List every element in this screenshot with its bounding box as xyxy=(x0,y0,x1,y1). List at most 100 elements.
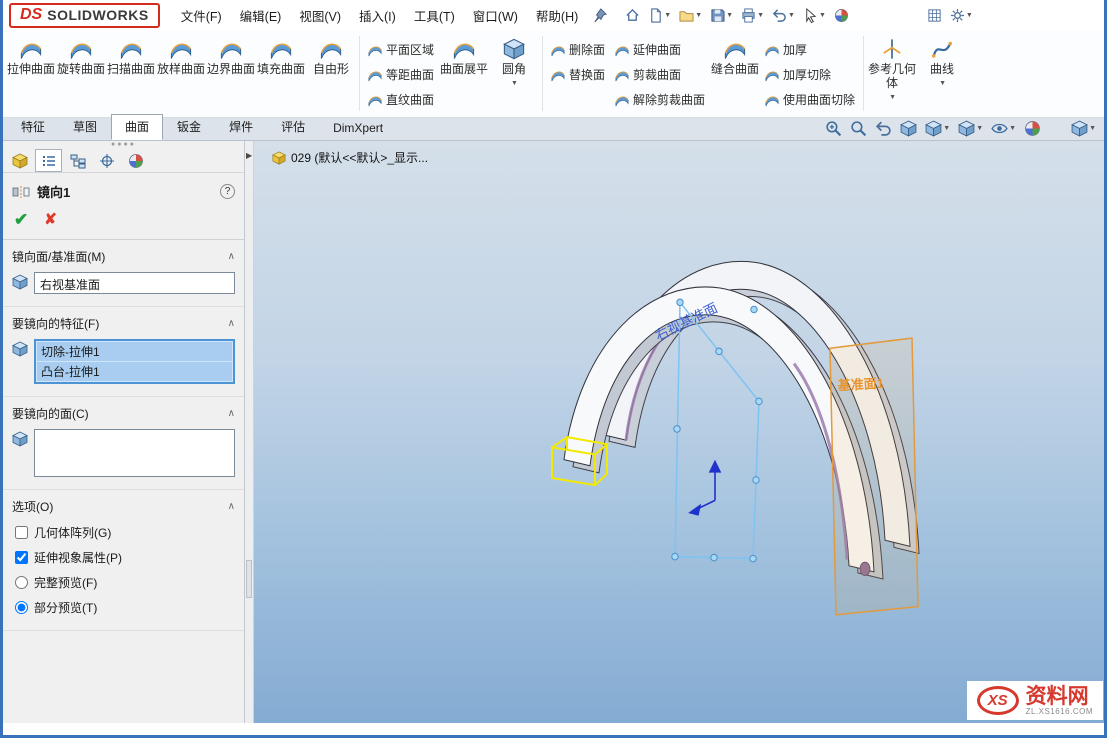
delete-face-button[interactable]: 删除面 xyxy=(551,41,605,58)
faces-section-header[interactable]: 要镜向的面(C) xyxy=(12,405,89,422)
display-style-button[interactable]: ▼ xyxy=(958,120,983,137)
plane-selection-icon xyxy=(12,274,28,290)
full-preview-radio[interactable] xyxy=(15,576,28,589)
featuremanager-tab[interactable] xyxy=(6,149,33,172)
propagate-visual-properties-checkbox[interactable] xyxy=(15,551,28,564)
watermark-url: ZL.XS1616.COM xyxy=(1026,708,1093,716)
thicken-button[interactable]: 加厚 xyxy=(765,41,855,58)
cut-with-surface-button[interactable]: 使用曲面切除 xyxy=(765,91,855,108)
extruded-surface-button[interactable]: 拉伸曲面 xyxy=(6,32,56,115)
lofted-surface-label: 放样曲面 xyxy=(157,63,205,77)
curves-button[interactable]: 曲线▼ xyxy=(917,32,967,115)
home-button[interactable] xyxy=(621,6,644,25)
tab-surfaces[interactable]: 曲面 xyxy=(111,114,163,140)
planar-surface-button[interactable]: 平面区域 xyxy=(368,41,434,58)
displaymanager-tab[interactable] xyxy=(122,149,149,172)
save-button[interactable]: ▼ xyxy=(706,6,737,25)
pin-menu-icon[interactable] xyxy=(593,8,607,22)
freeform-button[interactable]: 自由形 xyxy=(306,32,356,115)
menu-window[interactable]: 窗口(W) xyxy=(464,1,527,30)
main-menu: 文件(F) 编辑(E) 视图(V) 插入(I) 工具(T) 窗口(W) 帮助(H… xyxy=(172,1,588,30)
propertymanager-tab[interactable] xyxy=(35,149,62,172)
menu-edit[interactable]: 编辑(E) xyxy=(231,1,291,30)
geometry-pattern-label[interactable]: 几何体阵列(G) xyxy=(34,524,111,541)
tab-features[interactable]: 特征 xyxy=(7,114,59,140)
panel-splitter[interactable]: ▶ xyxy=(245,141,254,723)
untrim-surface-button[interactable]: 解除剪裁曲面 xyxy=(615,91,705,108)
menu-tools[interactable]: 工具(T) xyxy=(405,1,464,30)
thickened-cut-label: 加厚切除 xyxy=(783,66,831,83)
graphics-viewport[interactable]: 右视基准面 基准面1 029 (默认<<默认>_显示... XS 资料网 ZL.… xyxy=(254,141,1104,723)
knit-surface-button[interactable]: 缝合曲面 xyxy=(710,32,760,115)
options-button[interactable]: ▼ xyxy=(946,6,977,25)
thicken-label: 加厚 xyxy=(783,41,807,58)
tab-dimxpert[interactable]: DimXpert xyxy=(319,117,397,140)
flyout-tree-arrow-icon[interactable]: ▶ xyxy=(246,151,252,160)
undo-button[interactable]: ▼ xyxy=(768,6,799,25)
revolved-surface-button[interactable]: 旋转曲面 xyxy=(56,32,106,115)
mirror-plane-field[interactable]: 右视基准面 xyxy=(34,272,235,294)
edit-appearance-button[interactable] xyxy=(1024,120,1041,137)
display-pane-button[interactable]: ▼ xyxy=(1071,120,1096,137)
menu-insert[interactable]: 插入(I) xyxy=(350,1,405,30)
collapse-chevron-icon[interactable]: ∧ xyxy=(228,501,235,512)
flatten-surface-button[interactable]: 曲面展平 xyxy=(439,32,489,115)
dimxpertmanager-tab[interactable] xyxy=(93,149,120,172)
fillet-button[interactable]: 圆角▼ xyxy=(489,32,539,115)
cancel-button[interactable]: ✘ xyxy=(44,210,57,230)
faces-to-mirror-list[interactable] xyxy=(34,429,235,477)
print-button[interactable]: ▼ xyxy=(737,6,768,25)
previous-view-button[interactable] xyxy=(875,120,892,137)
filled-surface-button[interactable]: 填充曲面 xyxy=(256,32,306,115)
part-document-icon xyxy=(272,151,286,165)
collapse-chevron-icon[interactable]: ∧ xyxy=(228,251,235,262)
replace-face-button[interactable]: 替换面 xyxy=(551,66,605,83)
trim-surface-button[interactable]: 剪裁曲面 xyxy=(615,66,705,83)
open-button[interactable]: ▼ xyxy=(675,6,706,25)
view-orientation-button[interactable]: ▼ xyxy=(925,120,950,137)
features-section-header[interactable]: 要镜向的特征(F) xyxy=(12,315,99,332)
splitter-handle[interactable] xyxy=(246,560,252,598)
document-tree-node[interactable]: 029 (默认<<默认>_显示... xyxy=(272,149,428,166)
menu-view[interactable]: 视图(V) xyxy=(290,1,350,30)
boundary-surface-button[interactable]: 边界曲面 xyxy=(206,32,256,115)
partial-preview-label[interactable]: 部分预览(T) xyxy=(34,599,97,616)
hide-show-items-button[interactable]: ▼ xyxy=(991,120,1016,137)
file-properties-button[interactable] xyxy=(923,6,946,25)
options-section-header[interactable]: 选项(O) xyxy=(12,498,53,515)
swept-surface-button[interactable]: 扫描曲面 xyxy=(106,32,156,115)
full-preview-label[interactable]: 完整预览(F) xyxy=(34,574,97,591)
new-document-button[interactable]: ▼ xyxy=(644,6,675,25)
plane1-label[interactable]: 基准面1 xyxy=(837,375,884,394)
ok-button[interactable]: ✔ xyxy=(14,210,28,230)
configurationmanager-tab[interactable] xyxy=(64,149,91,172)
tab-sketch[interactable]: 草图 xyxy=(59,114,111,140)
panel-grip[interactable]: ●●●● xyxy=(3,141,244,148)
geometry-pattern-checkbox[interactable] xyxy=(15,526,28,539)
mirror-plane-section-header[interactable]: 镜向面/基准面(M) xyxy=(12,248,105,265)
tab-weldments[interactable]: 焊件 xyxy=(215,114,267,140)
extend-surface-button[interactable]: 延伸曲面 xyxy=(615,41,705,58)
collapse-chevron-icon[interactable]: ∧ xyxy=(228,408,235,419)
offset-surface-button[interactable]: 等距曲面 xyxy=(368,66,434,83)
partial-preview-radio[interactable] xyxy=(15,601,28,614)
zoom-fit-button[interactable] xyxy=(825,120,842,137)
reference-geometry-button[interactable]: 参考几何体▼ xyxy=(867,32,917,115)
section-view-button[interactable] xyxy=(900,120,917,137)
ruled-surface-button[interactable]: 直纹曲面 xyxy=(368,91,434,108)
select-button[interactable]: ▼ xyxy=(799,6,830,25)
tab-sheet-metal[interactable]: 钣金 xyxy=(163,114,215,140)
lofted-surface-button[interactable]: 放样曲面 xyxy=(156,32,206,115)
features-to-mirror-list[interactable]: 切除-拉伸1 凸台-拉伸1 xyxy=(34,339,235,384)
list-item[interactable]: 凸台-拉伸1 xyxy=(37,362,232,381)
menu-file[interactable]: 文件(F) xyxy=(172,1,231,30)
zoom-area-button[interactable] xyxy=(850,120,867,137)
help-button[interactable]: ? xyxy=(220,184,235,199)
list-item[interactable]: 切除-拉伸1 xyxy=(37,342,232,361)
tab-evaluate[interactable]: 评估 xyxy=(267,114,319,140)
thickened-cut-button[interactable]: 加厚切除 xyxy=(765,66,855,83)
collapse-chevron-icon[interactable]: ∧ xyxy=(228,318,235,329)
menu-help[interactable]: 帮助(H) xyxy=(527,1,587,30)
propagate-visual-properties-label[interactable]: 延伸视象属性(P) xyxy=(34,549,122,566)
rebuild-button[interactable] xyxy=(830,6,853,25)
